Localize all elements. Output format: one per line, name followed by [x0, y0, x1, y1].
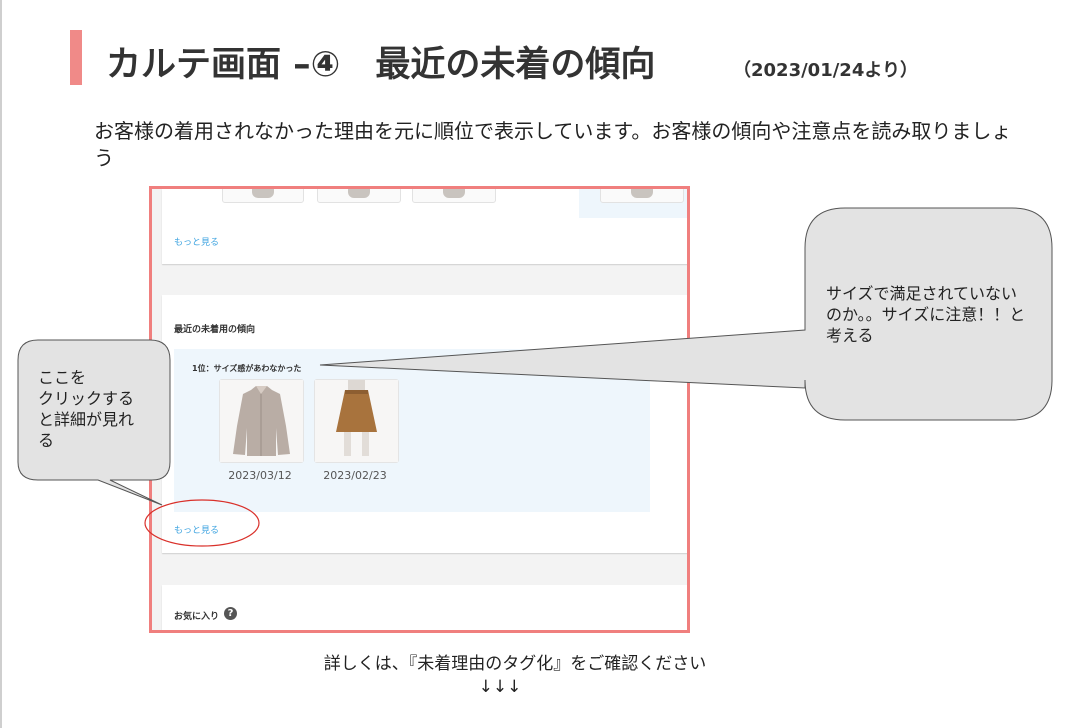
right-callout-text: サイズで満足されていないのか。。サイズに注意！！と考える [826, 284, 1026, 345]
down-arrows: ↓↓↓ [478, 677, 522, 697]
annotation-overlay [17, 207, 1053, 547]
more-link-highlight-ellipse [144, 499, 260, 547]
left-callout-text: ここを クリックする と詳細が見れ る [38, 368, 135, 450]
bottom-note: 詳しくは、『未着理由のタグ化』をご確認ください [323, 654, 707, 674]
